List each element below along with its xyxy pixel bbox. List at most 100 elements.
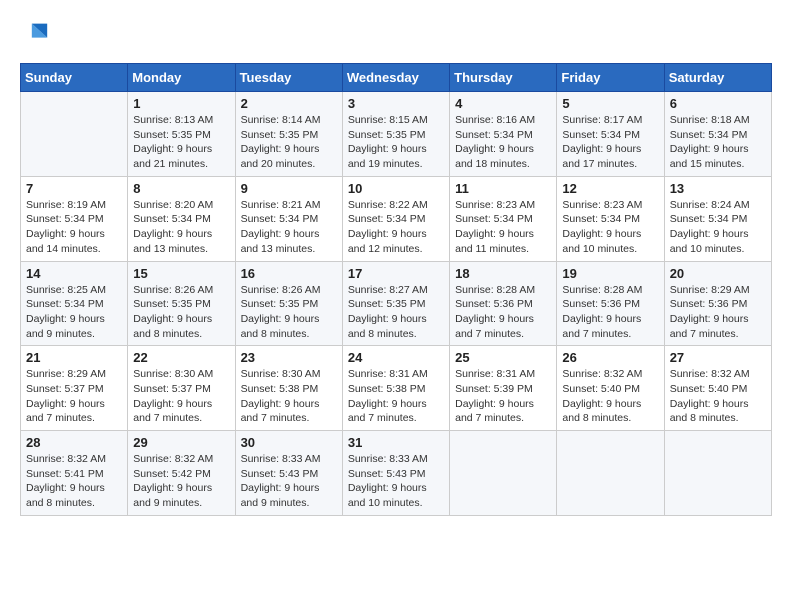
header-day-sunday: Sunday xyxy=(21,64,128,92)
day-number: 1 xyxy=(133,96,229,111)
day-info: Sunrise: 8:17 AMSunset: 5:34 PMDaylight:… xyxy=(562,113,658,172)
day-number: 2 xyxy=(241,96,337,111)
calendar-cell: 30 Sunrise: 8:33 AMSunset: 5:43 PMDayligh… xyxy=(235,431,342,516)
day-info: Sunrise: 8:26 AMSunset: 5:35 PMDaylight:… xyxy=(133,283,229,342)
calendar-cell: 8 Sunrise: 8:20 AMSunset: 5:34 PMDaylight… xyxy=(128,176,235,261)
calendar-cell: 1 Sunrise: 8:13 AMSunset: 5:35 PMDaylight… xyxy=(128,92,235,177)
calendar-cell: 23 Sunrise: 8:30 AMSunset: 5:38 PMDayligh… xyxy=(235,346,342,431)
day-info: Sunrise: 8:21 AMSunset: 5:34 PMDaylight:… xyxy=(241,198,337,257)
day-info: Sunrise: 8:24 AMSunset: 5:34 PMDaylight:… xyxy=(670,198,766,257)
calendar-cell: 27Sunrise: 8:32 AMSunset: 5:40 PMDayligh… xyxy=(664,346,771,431)
day-info: Sunrise: 8:32 AMSunset: 5:40 PMDaylight:… xyxy=(562,367,658,426)
calendar-cell: 31Sunrise: 8:33 AMSunset: 5:43 PMDayligh… xyxy=(342,431,449,516)
calendar-cell: 6 Sunrise: 8:18 AMSunset: 5:34 PMDaylight… xyxy=(664,92,771,177)
day-info: Sunrise: 8:23 AMSunset: 5:34 PMDaylight:… xyxy=(455,198,551,257)
day-info: Sunrise: 8:30 AMSunset: 5:37 PMDaylight:… xyxy=(133,367,229,426)
day-info: Sunrise: 8:13 AMSunset: 5:35 PMDaylight:… xyxy=(133,113,229,172)
calendar-cell: 19Sunrise: 8:28 AMSunset: 5:36 PMDayligh… xyxy=(557,261,664,346)
day-number: 23 xyxy=(241,350,337,365)
day-info: Sunrise: 8:27 AMSunset: 5:35 PMDaylight:… xyxy=(348,283,444,342)
day-number: 17 xyxy=(348,266,444,281)
calendar-cell: 29 Sunrise: 8:32 AMSunset: 5:42 PMDayligh… xyxy=(128,431,235,516)
day-info: Sunrise: 8:19 AMSunset: 5:34 PMDaylight:… xyxy=(26,198,122,257)
calendar-week-row: 14 Sunrise: 8:25 AMSunset: 5:34 PMDayligh… xyxy=(21,261,772,346)
calendar-cell: 21Sunrise: 8:29 AMSunset: 5:37 PMDayligh… xyxy=(21,346,128,431)
day-number: 28 xyxy=(26,435,122,450)
day-number: 22 xyxy=(133,350,229,365)
calendar-cell xyxy=(557,431,664,516)
day-number: 13 xyxy=(670,181,766,196)
day-info: Sunrise: 8:32 AMSunset: 5:42 PMDaylight:… xyxy=(133,452,229,511)
calendar-week-row: 28 Sunrise: 8:32 AMSunset: 5:41 PMDayligh… xyxy=(21,431,772,516)
calendar-week-row: 21Sunrise: 8:29 AMSunset: 5:37 PMDayligh… xyxy=(21,346,772,431)
header-day-thursday: Thursday xyxy=(450,64,557,92)
header xyxy=(20,18,772,51)
day-info: Sunrise: 8:31 AMSunset: 5:39 PMDaylight:… xyxy=(455,367,551,426)
day-number: 11 xyxy=(455,181,551,196)
day-number: 24 xyxy=(348,350,444,365)
day-info: Sunrise: 8:15 AMSunset: 5:35 PMDaylight:… xyxy=(348,113,444,172)
calendar-cell: 24 Sunrise: 8:31 AMSunset: 5:38 PMDayligh… xyxy=(342,346,449,431)
day-number: 8 xyxy=(133,181,229,196)
calendar-cell: 14 Sunrise: 8:25 AMSunset: 5:34 PMDayligh… xyxy=(21,261,128,346)
logo xyxy=(20,18,50,51)
day-info: Sunrise: 8:32 AMSunset: 5:41 PMDaylight:… xyxy=(26,452,122,511)
header-day-monday: Monday xyxy=(128,64,235,92)
day-info: Sunrise: 8:30 AMSunset: 5:38 PMDaylight:… xyxy=(241,367,337,426)
calendar-cell: 16 Sunrise: 8:26 AMSunset: 5:35 PMDayligh… xyxy=(235,261,342,346)
day-number: 20 xyxy=(670,266,766,281)
day-info: Sunrise: 8:29 AMSunset: 5:36 PMDaylight:… xyxy=(670,283,766,342)
day-info: Sunrise: 8:14 AMSunset: 5:35 PMDaylight:… xyxy=(241,113,337,172)
calendar-cell: 9 Sunrise: 8:21 AMSunset: 5:34 PMDaylight… xyxy=(235,176,342,261)
calendar-cell: 22 Sunrise: 8:30 AMSunset: 5:37 PMDayligh… xyxy=(128,346,235,431)
day-info: Sunrise: 8:31 AMSunset: 5:38 PMDaylight:… xyxy=(348,367,444,426)
calendar-header-row: SundayMondayTuesdayWednesdayThursdayFrid… xyxy=(21,64,772,92)
header-day-friday: Friday xyxy=(557,64,664,92)
header-day-saturday: Saturday xyxy=(664,64,771,92)
day-info: Sunrise: 8:32 AMSunset: 5:40 PMDaylight:… xyxy=(670,367,766,426)
day-number: 14 xyxy=(26,266,122,281)
day-number: 3 xyxy=(348,96,444,111)
calendar-cell: 12Sunrise: 8:23 AMSunset: 5:34 PMDayligh… xyxy=(557,176,664,261)
calendar-cell: 26Sunrise: 8:32 AMSunset: 5:40 PMDayligh… xyxy=(557,346,664,431)
header-day-wednesday: Wednesday xyxy=(342,64,449,92)
calendar-cell: 2 Sunrise: 8:14 AMSunset: 5:35 PMDaylight… xyxy=(235,92,342,177)
calendar-cell: 17 Sunrise: 8:27 AMSunset: 5:35 PMDayligh… xyxy=(342,261,449,346)
day-number: 25 xyxy=(455,350,551,365)
day-number: 10 xyxy=(348,181,444,196)
day-number: 18 xyxy=(455,266,551,281)
day-number: 5 xyxy=(562,96,658,111)
day-info: Sunrise: 8:25 AMSunset: 5:34 PMDaylight:… xyxy=(26,283,122,342)
day-number: 30 xyxy=(241,435,337,450)
calendar-table: SundayMondayTuesdayWednesdayThursdayFrid… xyxy=(20,63,772,516)
day-number: 12 xyxy=(562,181,658,196)
day-info: Sunrise: 8:16 AMSunset: 5:34 PMDaylight:… xyxy=(455,113,551,172)
day-number: 15 xyxy=(133,266,229,281)
calendar-cell: 25 Sunrise: 8:31 AMSunset: 5:39 PMDayligh… xyxy=(450,346,557,431)
day-info: Sunrise: 8:18 AMSunset: 5:34 PMDaylight:… xyxy=(670,113,766,172)
header-day-tuesday: Tuesday xyxy=(235,64,342,92)
day-number: 21 xyxy=(26,350,122,365)
logo-icon xyxy=(22,18,50,46)
calendar-cell: 28 Sunrise: 8:32 AMSunset: 5:41 PMDayligh… xyxy=(21,431,128,516)
calendar-week-row: 7 Sunrise: 8:19 AMSunset: 5:34 PMDaylight… xyxy=(21,176,772,261)
calendar-week-row: 1 Sunrise: 8:13 AMSunset: 5:35 PMDaylight… xyxy=(21,92,772,177)
day-info: Sunrise: 8:26 AMSunset: 5:35 PMDaylight:… xyxy=(241,283,337,342)
day-number: 9 xyxy=(241,181,337,196)
calendar-cell: 11 Sunrise: 8:23 AMSunset: 5:34 PMDayligh… xyxy=(450,176,557,261)
day-number: 4 xyxy=(455,96,551,111)
day-info: Sunrise: 8:28 AMSunset: 5:36 PMDaylight:… xyxy=(562,283,658,342)
day-info: Sunrise: 8:22 AMSunset: 5:34 PMDaylight:… xyxy=(348,198,444,257)
calendar-cell xyxy=(21,92,128,177)
day-number: 7 xyxy=(26,181,122,196)
calendar-cell: 4 Sunrise: 8:16 AMSunset: 5:34 PMDaylight… xyxy=(450,92,557,177)
calendar-cell: 20 Sunrise: 8:29 AMSunset: 5:36 PMDayligh… xyxy=(664,261,771,346)
calendar-cell: 7 Sunrise: 8:19 AMSunset: 5:34 PMDaylight… xyxy=(21,176,128,261)
calendar-cell: 5 Sunrise: 8:17 AMSunset: 5:34 PMDaylight… xyxy=(557,92,664,177)
day-number: 16 xyxy=(241,266,337,281)
day-number: 6 xyxy=(670,96,766,111)
day-info: Sunrise: 8:20 AMSunset: 5:34 PMDaylight:… xyxy=(133,198,229,257)
day-info: Sunrise: 8:33 AMSunset: 5:43 PMDaylight:… xyxy=(241,452,337,511)
calendar-cell xyxy=(450,431,557,516)
day-number: 29 xyxy=(133,435,229,450)
